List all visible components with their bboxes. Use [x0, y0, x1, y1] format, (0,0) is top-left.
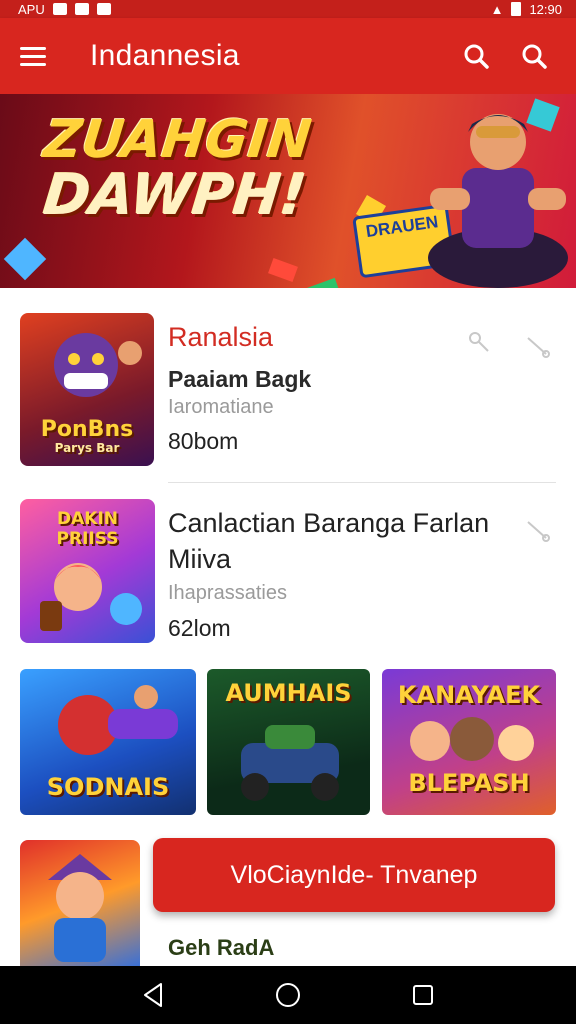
status-text: APU — [18, 1, 45, 17]
gem-icon — [268, 258, 298, 282]
character-image — [410, 717, 534, 761]
tile-label: KANAYAEK — [397, 681, 541, 709]
item-title[interactable]: Geh RadA — [168, 935, 274, 961]
install-button[interactable]: VloCiaynIde- Tnvanep — [153, 838, 555, 912]
character-image — [54, 333, 142, 397]
battery-icon — [511, 2, 522, 16]
system-nav-bar — [0, 966, 576, 1024]
app-thumbnail[interactable]: PonBns Parys Bar — [20, 313, 154, 466]
signal-icon: ▲ — [490, 1, 504, 17]
menu-icon[interactable] — [20, 40, 52, 72]
tile-label: AUMHAIS — [225, 679, 352, 707]
item-title[interactable]: Ranalsia — [168, 322, 273, 353]
gem-icon — [3, 237, 47, 281]
status-left: APU — [18, 2, 111, 17]
thumb-title: PonBns — [40, 417, 134, 442]
tile-label: SODNAIS — [46, 773, 170, 801]
banner-line2: DAWPH! — [40, 163, 310, 228]
item-title[interactable]: Canlactian Baranga Farlan — [168, 508, 489, 539]
status-bar: APU ▲ 12:90 — [0, 0, 576, 18]
recents-icon[interactable] — [403, 975, 443, 1015]
notification-icon — [52, 3, 67, 15]
app-bar: Indannesia — [0, 18, 576, 94]
notification-icon — [74, 3, 89, 15]
link-icon[interactable] — [520, 330, 554, 364]
app-thumbnail[interactable] — [20, 840, 140, 966]
link-icon[interactable] — [520, 514, 554, 548]
item-category: Ihaprassaties — [168, 582, 287, 604]
divider — [168, 482, 556, 483]
thumb-title: DAKIN PRIISS — [56, 509, 119, 549]
vehicle-image — [241, 725, 339, 801]
hero-character-image — [428, 114, 568, 288]
banner-headline: ZUAHGIN DAWPH! — [40, 110, 315, 228]
tile-label: BLEPASH — [408, 769, 530, 797]
item-size: 62lom — [168, 615, 231, 641]
item-category: Iaromatiane — [168, 396, 274, 418]
banner-line1: ZUAHGIN — [40, 110, 315, 170]
app-thumbnail[interactable]: DAKIN PRIISS — [20, 499, 155, 643]
home-icon[interactable] — [268, 975, 308, 1015]
game-tile[interactable]: SODNAIS — [20, 669, 196, 815]
game-tile[interactable]: AUMHAIS — [207, 669, 370, 815]
item-size: 80bom — [168, 428, 239, 454]
character-image — [48, 854, 112, 962]
search-icon[interactable] — [454, 34, 498, 78]
game-tile[interactable]: KANAYAEK BLEPASH — [382, 669, 556, 815]
character-image — [40, 563, 142, 631]
status-right: ▲ 12:90 — [491, 2, 562, 17]
key-icon[interactable] — [462, 325, 496, 359]
app-title: Indannesia — [90, 39, 240, 72]
gem-icon — [297, 277, 343, 288]
back-icon[interactable] — [133, 975, 173, 1015]
item-title-line2: Miiva — [168, 544, 232, 574]
character-image — [58, 685, 178, 755]
status-time: 12:90 — [529, 1, 562, 17]
search-icon[interactable] — [512, 34, 556, 78]
notification-icon — [96, 3, 111, 15]
promo-banner[interactable]: ZUAHGIN DAWPH! DRAUEN — [0, 94, 576, 288]
item-subtitle: Paaiam Bagk — [168, 366, 312, 392]
thumb-subtitle: Parys Bar — [54, 441, 120, 455]
